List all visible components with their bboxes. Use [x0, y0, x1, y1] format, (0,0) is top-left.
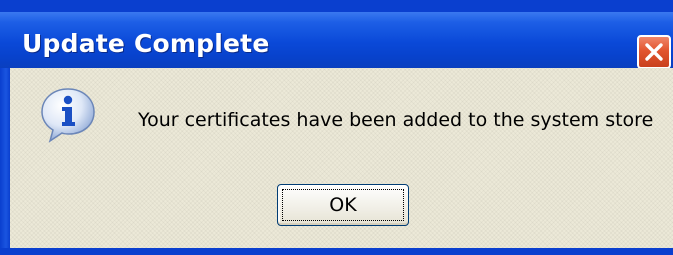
ok-button-label: OK	[329, 194, 357, 216]
window-bottom-border	[0, 248, 673, 255]
close-icon	[645, 43, 663, 61]
message-text: Your certificates have been added to the…	[138, 109, 654, 131]
window-title: Update Complete	[22, 29, 270, 58]
close-button[interactable]	[637, 35, 671, 69]
info-icon	[41, 88, 95, 143]
update-complete-dialog: Update Complete Your certificates have b…	[0, 0, 673, 255]
dialog-body: Your certificates have been added to the…	[10, 68, 673, 248]
window-left-border	[0, 68, 10, 255]
ok-button[interactable]: OK	[277, 184, 409, 226]
title-bar[interactable]: Update Complete	[0, 12, 673, 69]
